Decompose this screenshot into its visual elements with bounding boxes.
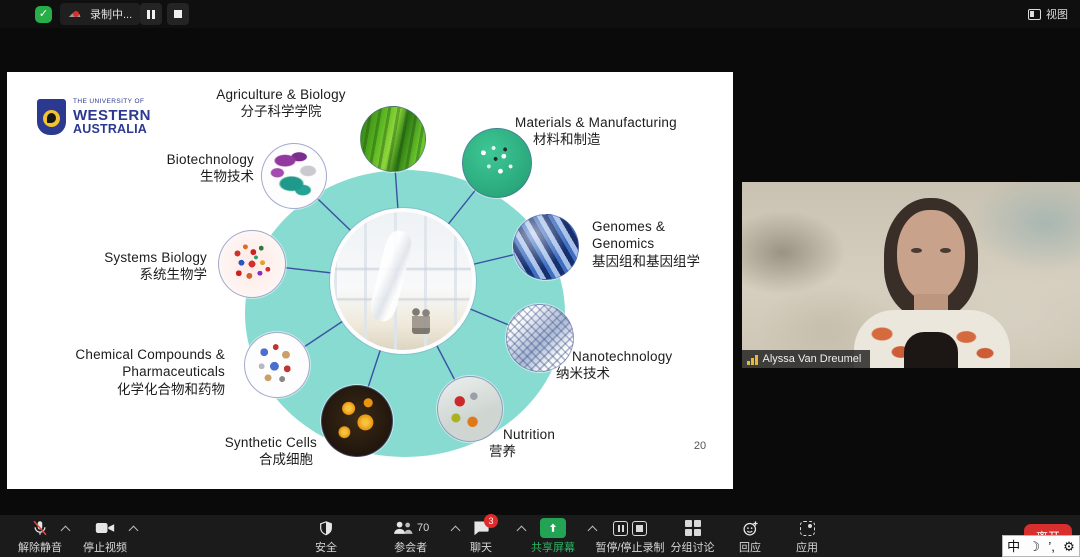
chat-unread-badge: 3 [484,514,498,528]
encryption-shield-icon: ✓ [35,6,52,23]
breakout-grid-icon [685,519,701,537]
label-nutrition: Nutrition营养 [489,426,599,461]
ime-chinese-mode[interactable]: 中 [1007,540,1020,553]
label-synthetic-cells: Synthetic Cells合成细胞 [157,434,317,469]
label-chemical: Chemical Compounds & Pharmaceuticals化学化合… [25,346,225,398]
ime-fullwidth-moon-icon[interactable]: ☽ [1028,540,1040,553]
stop-recording-button[interactable] [167,3,189,25]
ime-punctuation-icon[interactable]: ’, [1048,540,1055,553]
label-genomes: Genomes & Genomics基因组和基因组学 [592,218,712,270]
shield-icon [318,519,334,537]
node-circle-biotechnology [261,143,327,209]
recording-indicator: ☁ 录制中... [60,3,140,25]
pause-stop-recording-button[interactable]: 暂停/停止录制 [585,519,675,555]
unmute-button[interactable]: 解除静音 [18,519,62,555]
pause-stop-recording-icon [613,519,647,537]
node-circle-synthetic-cells [321,385,393,457]
breakout-rooms-button[interactable]: 分组讨论 [665,519,720,555]
participant-name-tag: Alyssa Van Dreumel [742,350,870,368]
stop-video-button[interactable]: 停止视频 [83,519,127,555]
pause-recording-button[interactable] [140,3,162,25]
view-layout-icon [1028,9,1041,20]
participants-options-chevron[interactable] [452,525,459,532]
shared-screen-slide: THE UNIVERSITY OF WESTERN AUSTRALIA Agri… [7,72,733,489]
node-circle-genomes [513,214,579,280]
reactions-button[interactable]: 回应 [730,519,770,555]
audio-signal-icon [747,354,758,365]
participants-icon: 70 [392,519,429,537]
center-building-photo-circle [330,208,476,354]
slide-page-number: 20 [685,440,715,452]
video-options-chevron[interactable] [130,525,137,532]
share-screen-icon [540,518,566,538]
node-circle-chemical [244,332,310,398]
label-biotechnology: Biotechnology生物技术 [94,151,254,186]
participants-button[interactable]: 70 参会者 [392,519,429,555]
recording-label: 录制中... [90,6,132,22]
chat-bubble-icon: 3 [472,519,490,537]
share-screen-button[interactable]: 共享屏幕 [531,519,575,555]
participant-name: Alyssa Van Dreumel [763,353,862,365]
ime-language-bar[interactable]: 中 ☽ ’, ⚙ [1002,535,1080,557]
microphone-muted-icon [31,519,49,537]
participants-count: 70 [417,522,429,534]
label-materials: Materials & Manufacturing材料和制造 [515,114,730,149]
ime-settings-gear-icon[interactable]: ⚙ [1063,540,1075,553]
view-label: 视图 [1046,6,1068,22]
mute-options-chevron[interactable] [62,525,69,532]
chat-options-chevron[interactable] [518,525,525,532]
participant-video-tile[interactable]: Alyssa Van Dreumel [742,182,1080,368]
cloud-recording-icon: ☁ [68,8,84,20]
node-circle-systems-biology [218,230,286,298]
camera-icon [95,519,115,537]
meeting-toolbar: 解除静音 停止视频 安全 70 [0,515,1080,557]
apps-button[interactable]: 应用 [787,519,827,555]
label-agriculture: Agriculture & Biology分子科学学院 [175,86,387,121]
apps-icon [800,519,815,537]
security-button[interactable]: 安全 [315,519,337,555]
chat-button[interactable]: 3 聊天 [470,519,492,555]
smiley-reactions-icon [742,519,759,537]
meeting-topbar: ✓ ☁ 录制中... 视图 [0,0,1080,28]
view-button[interactable]: 视图 [1028,6,1068,22]
label-systems-biology: Systems Biology系统生物学 [47,249,207,284]
label-nanotechnology: Nanotechnology纳米技术 [556,348,716,383]
